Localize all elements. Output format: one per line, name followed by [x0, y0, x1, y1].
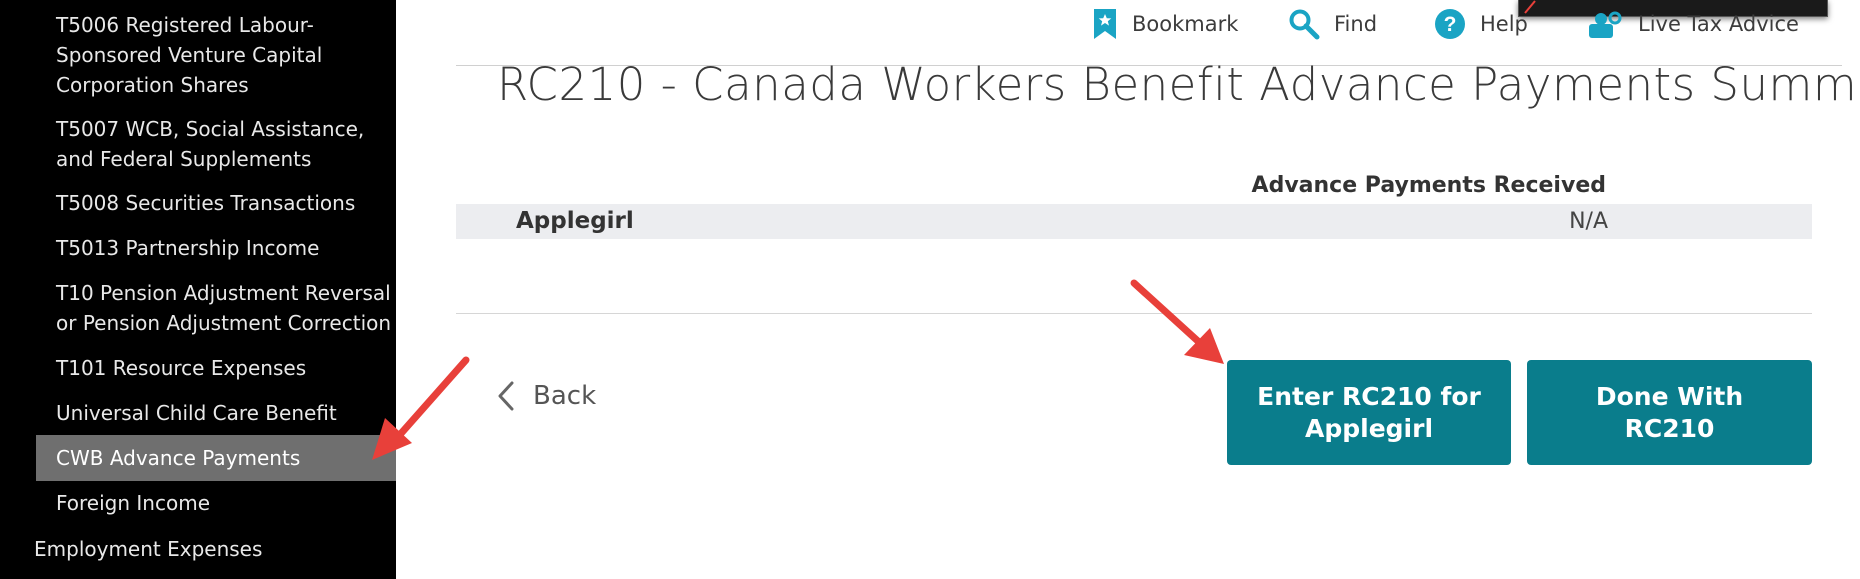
page-title: RC210 - Canada Workers Benefit Advance P… [497, 58, 1860, 111]
sidebar-item-t5013[interactable]: T5013 Partnership Income [56, 233, 396, 263]
sidebar-item-uccb[interactable]: Universal Child Care Benefit [56, 398, 396, 428]
row-value: N/A [1569, 209, 1608, 234]
enter-rc210-button[interactable]: Enter RC210 for Applegirl [1227, 360, 1511, 465]
help-button[interactable]: ? Help [1434, 4, 1528, 44]
sidebar: T5006 Registered Labour-Sponsored Ventur… [0, 0, 396, 579]
find-button[interactable]: Find [1288, 4, 1377, 44]
sidebar-item-t5008[interactable]: T5008 Securities Transactions [56, 188, 396, 218]
column-header-advance-payments: Advance Payments Received [1251, 173, 1606, 198]
live-tax-advice-button[interactable]: Live Tax Advice [1588, 4, 1799, 44]
back-label: Back [533, 381, 597, 411]
help-label: Help [1480, 12, 1528, 36]
chevron-left-icon [498, 381, 514, 411]
search-icon [1289, 9, 1320, 40]
sidebar-item-cwb-advance-payments[interactable]: CWB Advance Payments [36, 435, 396, 481]
chat-people-icon [1589, 11, 1622, 38]
sidebar-item-t5006[interactable]: T5006 Registered Labour-Sponsored Ventur… [56, 10, 396, 100]
back-button[interactable]: Back [497, 378, 596, 414]
annotation-arrow-button [1130, 279, 1224, 364]
sidebar-item-employment-expenses[interactable]: Employment Expenses [34, 534, 374, 564]
bookmark-icon [1094, 9, 1116, 39]
live-tax-advice-label: Live Tax Advice [1638, 12, 1799, 36]
svg-text:?: ? [1444, 13, 1457, 36]
row-name: Applegirl [516, 208, 634, 234]
find-label: Find [1334, 12, 1378, 36]
help-icon: ? [1435, 9, 1465, 39]
sidebar-item-t5007[interactable]: T5007 WCB, Social Assistance, and Federa… [56, 114, 396, 174]
section-divider [456, 313, 1812, 314]
table-row: Applegirl N/A [456, 204, 1812, 239]
bookmark-button[interactable]: Bookmark [1092, 4, 1238, 44]
bookmark-label: Bookmark [1132, 12, 1239, 36]
sidebar-item-t10[interactable]: T10 Pension Adjustment Reversal or Pensi… [56, 278, 396, 338]
sidebar-item-t101[interactable]: T101 Resource Expenses [56, 353, 396, 383]
sidebar-item-foreign-income[interactable]: Foreign Income [56, 488, 396, 518]
done-with-rc210-button[interactable]: Done With RC210 [1527, 360, 1812, 465]
